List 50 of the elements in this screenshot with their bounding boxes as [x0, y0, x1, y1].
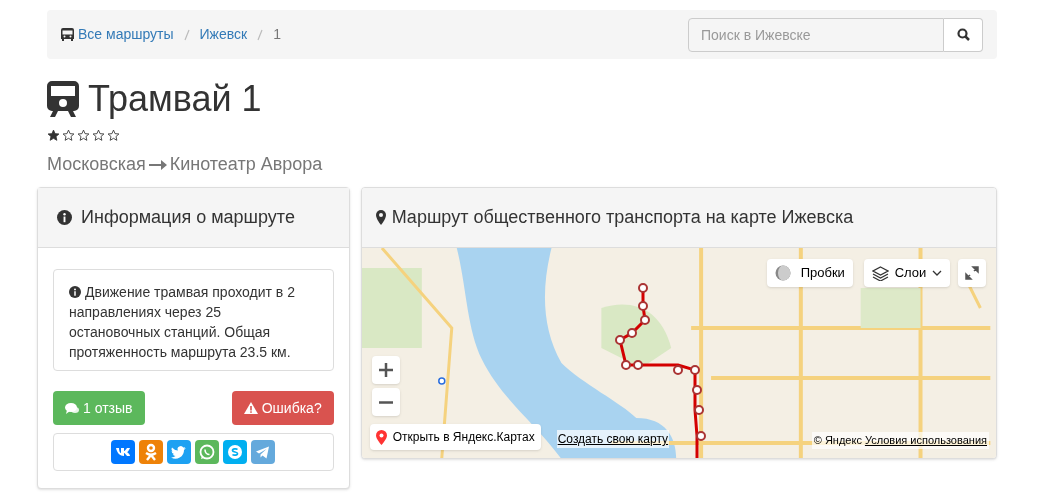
- tram-icon: [47, 81, 79, 117]
- traffic-button[interactable]: Пробки: [766, 259, 853, 287]
- bus-icon: [61, 27, 74, 42]
- plus-icon: [378, 363, 393, 377]
- filled-star-icon: [47, 129, 60, 142]
- ok-share-icon[interactable]: [139, 440, 164, 464]
- skype-share-icon[interactable]: [223, 440, 248, 464]
- route-end: Кинотеатр Аврора: [169, 153, 323, 176]
- right-arrow-icon: [148, 158, 167, 171]
- expand-icon: [964, 266, 979, 280]
- minus-icon: [378, 400, 393, 404]
- info-icon: [57, 210, 72, 225]
- telegram-share-icon[interactable]: [251, 440, 276, 464]
- vk-share-icon[interactable]: [111, 440, 136, 464]
- breadcrumb-current: 1: [273, 25, 281, 44]
- open-in-maps-link[interactable]: Открыть в Яндекс.Картах: [369, 424, 541, 450]
- terms-link[interactable]: Условия использования: [864, 432, 987, 449]
- fullscreen-button[interactable]: [957, 259, 986, 287]
- layers-icon: [871, 265, 889, 281]
- route-start: Московская: [47, 153, 146, 176]
- empty-star-icon: [62, 129, 75, 142]
- slash-icon: [183, 28, 190, 41]
- panel-title: Маршрут общественного транспорта на карте Ижевска: [391, 206, 854, 229]
- comments-icon: [65, 402, 79, 414]
- breadcrumb-link[interactable]: Все маршруты: [78, 24, 174, 45]
- warning-icon: [243, 402, 258, 414]
- create-map-link[interactable]: Создать свою карту: [556, 430, 670, 448]
- chevron-down-icon: [932, 270, 943, 276]
- search-icon: [956, 28, 970, 41]
- layers-button[interactable]: Слои: [863, 259, 951, 287]
- search-field[interactable]: Поиск в Ижевске: [688, 17, 944, 52]
- zoom-in-button[interactable]: [371, 356, 400, 384]
- slash-icon: [257, 28, 264, 41]
- empty-star-icon: [77, 129, 90, 142]
- empty-star-icon: [92, 129, 105, 142]
- panel-title: Информация о маршруте: [81, 206, 295, 229]
- copyright-text: © Яндекс: [813, 433, 862, 448]
- search-button[interactable]: [944, 17, 983, 52]
- empty-star-icon: [107, 129, 120, 142]
- page-title: Трамвай 1: [88, 81, 262, 117]
- whatsapp-share-icon[interactable]: [195, 440, 220, 464]
- zoom-out-button[interactable]: [371, 388, 400, 416]
- report-error-button[interactable]: Ошибка?: [231, 391, 334, 425]
- breadcrumb-link[interactable]: Ижевск: [199, 24, 248, 45]
- traffic-light-icon: [774, 265, 791, 281]
- route-description: Движение трамвая проходит в 2 направлениях через 25 остановочных станций. Общая протяженность маршрута 23.5 км.: [69, 283, 296, 362]
- map-pin-icon: [375, 429, 387, 445]
- info-icon: [69, 286, 81, 298]
- map-marker-icon: [375, 210, 386, 225]
- twitter-share-icon[interactable]: [167, 440, 192, 464]
